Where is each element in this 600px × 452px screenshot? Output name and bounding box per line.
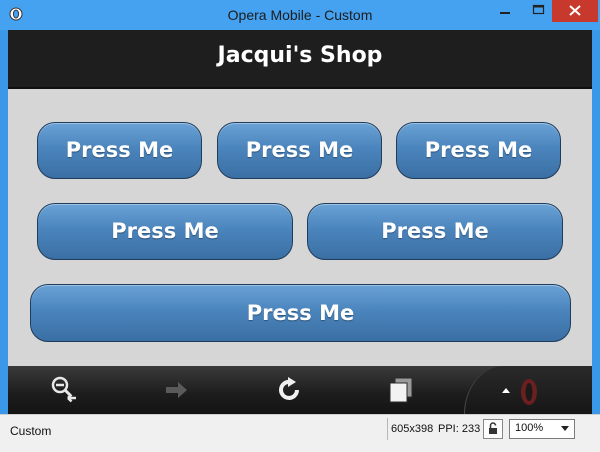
minimize-button[interactable] xyxy=(488,0,522,22)
page-title: Jacqui's Shop xyxy=(217,43,383,68)
button-label: Press Me xyxy=(111,219,219,243)
close-icon xyxy=(569,5,581,16)
lock-icon xyxy=(489,422,497,434)
press-me-button-3[interactable]: Press Me xyxy=(396,122,561,179)
page-header: Jacqui's Shop xyxy=(8,30,592,89)
chevron-down-icon xyxy=(561,426,569,431)
status-divider xyxy=(387,418,388,440)
button-area: Press Me Press Me Press Me Press Me Pres… xyxy=(8,89,592,366)
press-me-button-5[interactable]: Press Me xyxy=(307,203,563,260)
profile-label: Custom xyxy=(10,424,52,438)
browser-viewport: Jacqui's Shop Press Me Press Me Press Me… xyxy=(8,30,592,414)
close-button[interactable] xyxy=(552,0,598,22)
window-title-bar[interactable]: Opera Mobile - Custom xyxy=(0,0,600,30)
ppi-label: PPI: 233 xyxy=(438,423,481,435)
resolution-label: 605x398 xyxy=(391,423,434,435)
zoom-value: 100% xyxy=(515,422,544,434)
opera-menu-button[interactable] xyxy=(464,366,592,414)
zoom-select[interactable]: 100% xyxy=(509,419,575,439)
tabs-icon[interactable] xyxy=(383,372,419,408)
button-label: Press Me xyxy=(381,219,489,243)
maximize-icon xyxy=(532,4,545,15)
status-bar: Custom 605x398 PPI: 233 100% xyxy=(0,414,600,452)
press-me-button-6[interactable]: Press Me xyxy=(30,284,571,342)
button-label: Press Me xyxy=(424,138,533,162)
forward-arrow-icon[interactable] xyxy=(158,372,194,408)
press-me-button-1[interactable]: Press Me xyxy=(37,122,202,179)
button-label: Press Me xyxy=(246,301,355,325)
button-label: Press Me xyxy=(245,138,354,162)
menu-caret-icon xyxy=(502,379,537,405)
press-me-button-2[interactable]: Press Me xyxy=(217,122,382,179)
browser-toolbar xyxy=(8,366,592,414)
reload-icon[interactable] xyxy=(272,372,308,408)
press-me-button-4[interactable]: Press Me xyxy=(37,203,293,260)
rotate-lock-button[interactable] xyxy=(483,419,503,439)
zoom-back-icon[interactable] xyxy=(46,372,82,408)
maximize-button[interactable] xyxy=(522,0,556,22)
minimize-icon xyxy=(500,12,510,14)
button-label: Press Me xyxy=(65,138,174,162)
